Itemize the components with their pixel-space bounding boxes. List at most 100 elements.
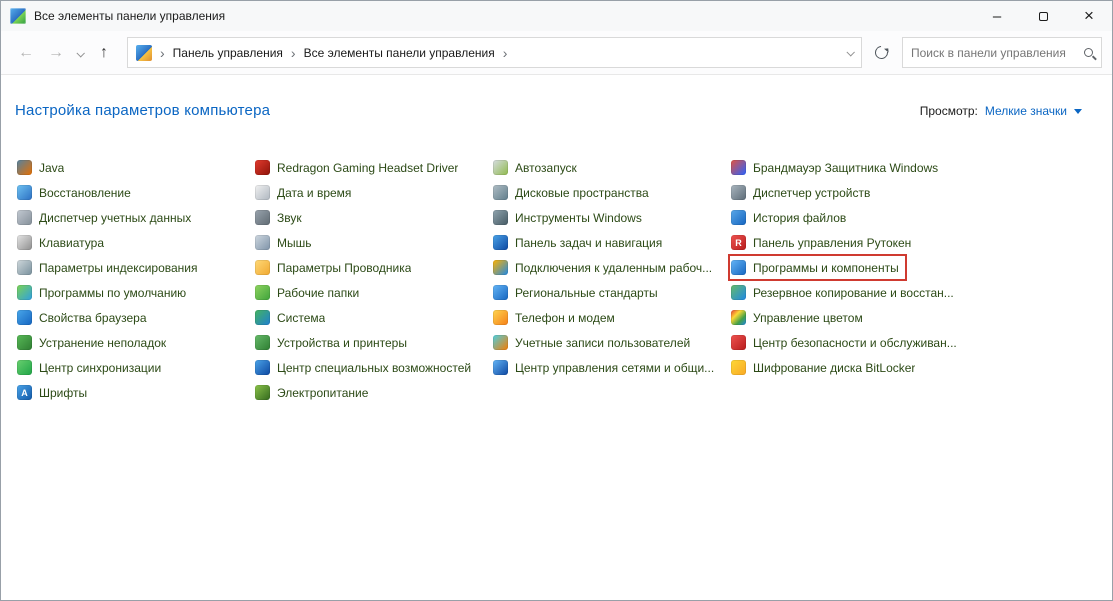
- cp-item[interactable]: RПанель управления Рутокен: [729, 230, 918, 255]
- address-bar[interactable]: ›Панель управления›Все элементы панели у…: [127, 37, 862, 68]
- page-title: Настройка параметров компьютера: [15, 102, 270, 119]
- keyboard-icon: [17, 235, 32, 250]
- cp-item[interactable]: Дисковые пространства: [491, 180, 656, 205]
- cp-item-label: Мышь: [277, 236, 312, 250]
- maximize-icon: [1039, 12, 1048, 21]
- maximize-button[interactable]: [1020, 1, 1066, 31]
- cp-item[interactable]: Учетные записи пользователей: [491, 330, 697, 355]
- cp-item[interactable]: Диспетчер устройств: [729, 180, 877, 205]
- cp-item[interactable]: Система: [253, 305, 332, 330]
- cp-item[interactable]: Центр управления сетями и общи...: [491, 355, 721, 380]
- cp-item[interactable]: Дата и время: [253, 180, 358, 205]
- cp-item-label: Программы по умолчанию: [39, 286, 186, 300]
- breadcrumb-item[interactable]: Панель управления: [173, 46, 283, 60]
- firewall-icon: [731, 160, 746, 175]
- cp-item[interactable]: Резервное копирование и восстан...: [729, 280, 961, 305]
- security-maintenance-icon: [731, 335, 746, 350]
- cp-item-label: Звук: [277, 211, 302, 225]
- address-dropdown-icon[interactable]: [846, 48, 854, 56]
- cp-item[interactable]: Центр безопасности и обслуживан...: [729, 330, 964, 355]
- cp-item-label: Инструменты Windows: [515, 211, 642, 225]
- explorer-options-icon: [255, 260, 270, 275]
- cp-item-label: Шифрование диска BitLocker: [753, 361, 915, 375]
- sound-icon: [255, 210, 270, 225]
- view-label: Просмотр:: [920, 104, 978, 118]
- cp-item[interactable]: Устранение неполадок: [15, 330, 173, 355]
- close-button[interactable]: ×: [1066, 1, 1112, 31]
- cp-item[interactable]: Параметры Проводника: [253, 255, 418, 280]
- items-column: Брандмауэр Защитника Windows Диспетчер ус…: [729, 155, 967, 405]
- cp-item[interactable]: Телефон и модем: [491, 305, 622, 330]
- search-input[interactable]: [911, 46, 1078, 60]
- navigation-bar: ← → ↑ ›Панель управления›Все элементы па…: [1, 31, 1112, 75]
- chevron-down-icon: [76, 49, 84, 57]
- default-programs-icon: [17, 285, 32, 300]
- items-column: Redragon Gaming Headset Driver Дата и вре…: [253, 155, 491, 405]
- cp-item[interactable]: AШрифты: [15, 380, 94, 405]
- power-options-icon: [255, 385, 270, 400]
- color-management-icon: [731, 310, 746, 325]
- troubleshooting-icon: [17, 335, 32, 350]
- cp-item[interactable]: Электропитание: [253, 380, 375, 405]
- storage-spaces-icon: [493, 185, 508, 200]
- redragon-icon: [255, 160, 270, 175]
- view-selector[interactable]: Мелкие значки: [985, 104, 1067, 118]
- minimize-button[interactable]: –: [974, 1, 1020, 31]
- forward-button[interactable]: →: [41, 44, 71, 62]
- cp-item-label: Центр синхронизации: [39, 361, 161, 375]
- cp-item[interactable]: Восстановление: [15, 180, 138, 205]
- cp-item[interactable]: Redragon Gaming Headset Driver: [253, 155, 465, 180]
- cp-item[interactable]: Панель задач и навигация: [491, 230, 669, 255]
- java-icon: [17, 160, 32, 175]
- cp-item[interactable]: Свойства браузера: [15, 305, 154, 330]
- cp-item[interactable]: Программы по умолчанию: [15, 280, 193, 305]
- cp-item[interactable]: Автозапуск: [491, 155, 584, 180]
- cp-item-label: Автозапуск: [515, 161, 577, 175]
- cp-item[interactable]: История файлов: [729, 205, 853, 230]
- cp-item-label: Диспетчер учетных данных: [39, 211, 191, 225]
- breadcrumb-item[interactable]: Все элементы панели управления: [304, 46, 495, 60]
- cp-item-label: Панель управления Рутокен: [753, 236, 911, 250]
- cp-item[interactable]: Региональные стандарты: [491, 280, 665, 305]
- cp-item[interactable]: Подключения к удаленным рабоч...: [491, 255, 719, 280]
- cp-item-label: Электропитание: [277, 386, 368, 400]
- recovery-icon: [17, 185, 32, 200]
- recent-locations-button[interactable]: [71, 44, 89, 62]
- view-dropdown-icon[interactable]: [1074, 109, 1082, 114]
- bitlocker-icon: [731, 360, 746, 375]
- cp-item-label: Диспетчер устройств: [753, 186, 870, 200]
- cp-item[interactable]: Брандмауэр Защитника Windows: [729, 155, 945, 180]
- remote-desktop-icon: [493, 260, 508, 275]
- refresh-icon: [872, 43, 890, 61]
- back-button[interactable]: ←: [11, 44, 41, 62]
- cp-item[interactable]: Устройства и принтеры: [253, 330, 414, 355]
- cp-item[interactable]: Инструменты Windows: [491, 205, 649, 230]
- cp-item[interactable]: Программы и компоненты: [729, 255, 906, 280]
- file-history-icon: [731, 210, 746, 225]
- up-button[interactable]: ↑: [89, 44, 119, 62]
- cp-item[interactable]: Центр специальных возможностей: [253, 355, 478, 380]
- cp-item-label: Свойства браузера: [39, 311, 147, 325]
- cp-item[interactable]: Параметры индексирования: [15, 255, 204, 280]
- cp-item-label: Программы и компоненты: [753, 261, 899, 275]
- cp-item-label: Центр управления сетями и общи...: [515, 361, 714, 375]
- region-icon: [493, 285, 508, 300]
- cp-item-label: Redragon Gaming Headset Driver: [277, 161, 458, 175]
- ease-of-access-icon: [255, 360, 270, 375]
- cp-item[interactable]: Шифрование диска BitLocker: [729, 355, 922, 380]
- cp-item[interactable]: Мышь: [253, 230, 319, 255]
- items-column: Java Восстановление Диспетчер учетных данн…: [15, 155, 253, 405]
- cp-item[interactable]: Звук: [253, 205, 309, 230]
- cp-item-label: Java: [39, 161, 64, 175]
- cp-item[interactable]: Java: [15, 155, 71, 180]
- cp-item[interactable]: Диспетчер учетных данных: [15, 205, 198, 230]
- breadcrumb-separator-icon: ›: [283, 45, 304, 61]
- refresh-button[interactable]: [866, 46, 896, 59]
- breadcrumb-separator-icon: ›: [152, 45, 173, 61]
- cp-item[interactable]: Центр синхронизации: [15, 355, 168, 380]
- cp-item-label: Центр безопасности и обслуживан...: [753, 336, 957, 350]
- internet-options-icon: [17, 310, 32, 325]
- cp-item[interactable]: Клавиатура: [15, 230, 111, 255]
- cp-item[interactable]: Рабочие папки: [253, 280, 366, 305]
- cp-item[interactable]: Управление цветом: [729, 305, 870, 330]
